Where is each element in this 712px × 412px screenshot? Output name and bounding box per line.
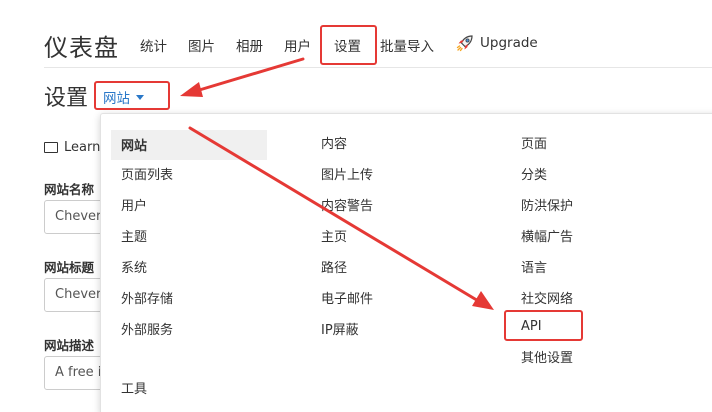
menu-item-languages[interactable]: 语言: [521, 257, 547, 276]
settings-page: 仪表盘 统计 图片 相册 用户 设置 批量导入 Upgrade 设置 网站 Le…: [0, 0, 712, 412]
menu-item-pages[interactable]: 页面: [521, 133, 547, 152]
menu-item-tools[interactable]: 工具: [121, 378, 147, 397]
menu-item-content-warning[interactable]: 内容警告: [321, 195, 373, 214]
book-icon: [44, 142, 58, 153]
menu-item-email[interactable]: 电子邮件: [321, 288, 373, 307]
menu-item-system[interactable]: 系统: [121, 257, 147, 276]
menu-item-ip-bans[interactable]: IP屏蔽: [321, 319, 359, 338]
site-title-label: 网站标题: [44, 260, 95, 275]
menu-item-routing[interactable]: 路径: [321, 257, 347, 276]
upgrade-label: Upgrade: [480, 35, 538, 51]
nav-upgrade[interactable]: Upgrade: [456, 34, 538, 52]
menu-item-social-networks[interactable]: 社交网络: [521, 288, 573, 307]
site-desc-label: 网站描述: [44, 338, 95, 353]
menu-item-banners[interactable]: 横幅广告: [521, 226, 573, 245]
rocket-icon: [456, 35, 473, 52]
nav-bulk-import[interactable]: 批量导入: [380, 35, 434, 55]
menu-item-image-upload[interactable]: 图片上传: [321, 164, 373, 183]
nav-albums[interactable]: 相册: [236, 35, 263, 55]
menu-item-other-settings[interactable]: 其他设置: [521, 347, 573, 366]
menu-item-homepage[interactable]: 主页: [321, 226, 347, 245]
arrow-to-dropdown: [180, 57, 305, 97]
menu-item-content[interactable]: 内容: [321, 133, 347, 152]
learn-link[interactable]: Learn: [44, 140, 100, 155]
menu-item-users[interactable]: 用户: [121, 195, 147, 214]
website-dropdown-highlight-box: [94, 81, 170, 110]
menu-item-themes[interactable]: 主题: [121, 226, 147, 245]
menu-item-website[interactable]: 网站: [111, 130, 268, 160]
header-divider: [44, 67, 712, 68]
menu-item-external-storage[interactable]: 外部存储: [121, 288, 173, 307]
api-highlight-box: [504, 310, 583, 341]
nav-stats[interactable]: 统计: [140, 35, 167, 55]
site-name-label: 网站名称: [44, 182, 95, 197]
nav-images[interactable]: 图片: [188, 35, 215, 55]
menu-item-categories[interactable]: 分类: [521, 164, 547, 183]
section-title: 设置: [44, 86, 89, 111]
app-title: 仪表盘: [44, 34, 119, 62]
learn-label: Learn: [64, 140, 101, 155]
settings-highlight-box: [320, 25, 377, 65]
nav-users[interactable]: 用户: [284, 35, 311, 55]
menu-item-external-services[interactable]: 外部服务: [121, 319, 173, 338]
menu-item-pages-list[interactable]: 页面列表: [121, 164, 173, 183]
menu-item-flood-protection[interactable]: 防洪保护: [521, 195, 573, 214]
settings-dropdown-menu: 网站 页面列表 用户 主题 系统 外部存储 外部服务 工具 内容 图片上传 内容…: [100, 113, 712, 412]
